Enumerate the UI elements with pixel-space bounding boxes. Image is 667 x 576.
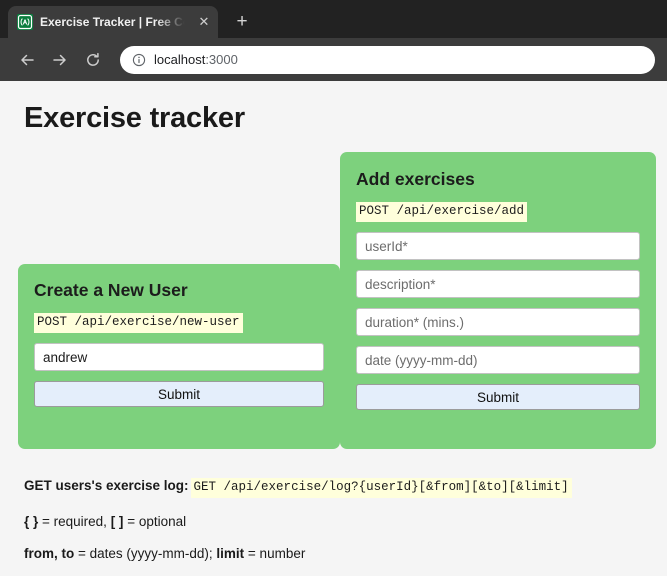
exercise-log-note: GET users's exercise log: GET /api/exerci… — [24, 477, 654, 498]
add-exercises-card: Add exercises POST /api/exercise/add Sub… — [340, 152, 656, 449]
address-bar-url: localhost:3000 — [154, 46, 238, 74]
api-notes: GET users's exercise log: GET /api/exerci… — [24, 477, 654, 576]
close-icon[interactable]: ✕ — [196, 14, 212, 30]
add-exercises-endpoint: POST /api/exercise/add — [356, 202, 528, 222]
legend-bracket: [ ] — [110, 514, 124, 529]
exercise-log-endpoint: GET /api/exercise/log?{userId}[&from][&t… — [190, 478, 572, 498]
add-exercises-submit-button[interactable]: Submit — [356, 384, 640, 410]
exercise-log-label: GET users's exercise log: — [24, 478, 189, 493]
create-user-submit-button[interactable]: Submit — [34, 381, 324, 407]
duration-input[interactable] — [356, 308, 640, 336]
legend-required: = required, — [38, 514, 111, 529]
date-input[interactable] — [356, 346, 640, 374]
add-exercises-heading: Add exercises — [356, 169, 475, 189]
tab-strip: Exercise Tracker | Free Code C ✕ + — [0, 0, 667, 38]
forward-arrow-icon[interactable] — [45, 45, 75, 75]
userid-input[interactable] — [356, 232, 640, 260]
create-user-heading: Create a New User — [34, 280, 188, 300]
params-number: = number — [244, 546, 306, 561]
create-user-endpoint: POST /api/exercise/new-user — [34, 313, 243, 333]
url-port: :3000 — [205, 51, 238, 67]
description-input[interactable] — [356, 270, 640, 298]
username-input[interactable] — [34, 343, 324, 371]
page-title: Exercise tracker — [24, 102, 245, 134]
new-tab-button[interactable]: + — [228, 8, 256, 36]
url-host: localhost — [154, 51, 206, 67]
tab-title: Exercise Tracker | Free Code C — [40, 15, 189, 29]
browser-toolbar: localhost:3000 — [0, 38, 667, 81]
address-bar[interactable]: localhost:3000 — [120, 45, 655, 74]
browser-tab-active[interactable]: Exercise Tracker | Free Code C ✕ — [8, 6, 218, 38]
page-viewport: Exercise tracker Create a New User POST … — [0, 81, 667, 576]
params-dates: = dates (yyyy-mm-dd); — [74, 546, 217, 561]
params-limit: limit — [216, 546, 245, 561]
create-user-card: Create a New User POST /api/exercise/new… — [18, 264, 340, 449]
legend-brace: { } — [24, 514, 39, 529]
legend-note: { } = required, [ ] = optional — [24, 513, 654, 530]
reload-icon[interactable] — [78, 45, 108, 75]
site-info-icon[interactable] — [132, 53, 146, 67]
legend-optional: = optional — [123, 514, 187, 529]
browser-window: Exercise Tracker | Free Code C ✕ + — [0, 0, 667, 576]
params-names: from, to — [24, 546, 75, 561]
freecodecamp-logo-icon — [17, 14, 33, 30]
params-note: from, to = dates (yyyy-mm-dd); limit = n… — [24, 545, 654, 562]
back-arrow-icon[interactable] — [12, 45, 42, 75]
